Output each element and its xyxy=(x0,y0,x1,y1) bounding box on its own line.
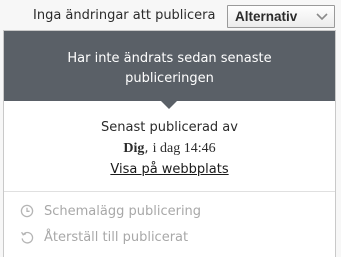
publish-options-dropdown: Har inte ändrats sedan senaste publiceri… xyxy=(3,30,336,257)
last-published-info: Senast publicerad av Dig, i dag 14:46 Vi… xyxy=(4,119,335,179)
divider xyxy=(4,191,335,192)
notice-line-2: publiceringen xyxy=(125,71,214,86)
notice-pointer xyxy=(161,101,177,109)
schedule-publish-label: Schemalägg publicering xyxy=(44,203,202,219)
revert-to-published-label: Återställ till publicerat xyxy=(44,229,189,245)
last-published-label: Senast publicerad av xyxy=(101,120,238,135)
revert-to-published-item[interactable]: Återställ till publicerat xyxy=(20,227,188,247)
published-by-user: Dig xyxy=(123,141,145,156)
published-time: i dag 14:46 xyxy=(152,141,216,156)
schedule-publish-item[interactable]: Schemalägg publicering xyxy=(20,201,201,221)
options-label: Alternativ xyxy=(235,9,298,24)
clock-icon xyxy=(20,204,34,218)
view-on-website-link[interactable]: Visa på webbplats xyxy=(110,161,228,179)
published-by-line: Dig, i dag 14:46 xyxy=(4,140,335,158)
notice-line-1: Har inte ändrats sedan senaste xyxy=(67,51,272,66)
published-separator: , xyxy=(144,141,149,156)
no-changes-notice: Har inte ändrats sedan senaste publiceri… xyxy=(4,31,335,109)
toolbar: Inga ändringar att publicera Alternativ xyxy=(0,0,341,32)
publish-status-text: Inga ändringar att publicera xyxy=(33,8,216,23)
chevron-down-icon xyxy=(316,13,328,21)
options-dropdown-button[interactable]: Alternativ xyxy=(227,5,335,28)
revert-icon xyxy=(21,231,34,244)
